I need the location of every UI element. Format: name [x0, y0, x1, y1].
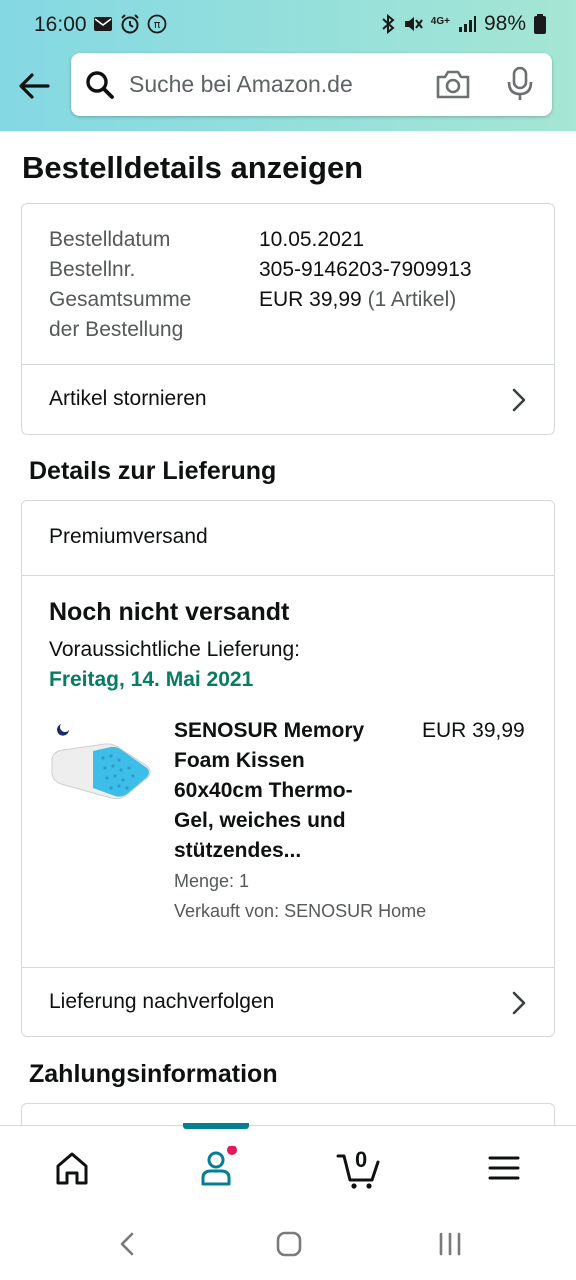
delivery-status: Noch nicht versandt: [49, 598, 290, 626]
search-bar[interactable]: Suche bei Amazon.de: [71, 53, 552, 116]
mail-icon: [94, 17, 112, 31]
back-arrow-icon[interactable]: [16, 68, 52, 104]
product-quantity: Menge: 1: [174, 871, 250, 891]
battery-percent: 98%: [483, 12, 526, 35]
system-navigation-bar: [0, 1209, 576, 1280]
status-system-icons: 4G+ 98%: [381, 12, 546, 36]
menu-icon[interactable]: [479, 1146, 529, 1190]
product-title-line: Gel, weiches und: [174, 809, 346, 832]
shipping-method: Premiumversand: [49, 525, 208, 548]
status-bar: 16:00 π 4G+ 98%: [0, 0, 576, 50]
search-input[interactable]: Suche bei Amazon.de: [129, 71, 353, 98]
product-title[interactable]: SENOSUR Memory Foam Kissen 60x40cm Therm…: [174, 716, 394, 866]
order-item-count: (1 Artikel): [367, 288, 457, 311]
expected-delivery-label: Voraussichtliche Lieferung:: [49, 638, 300, 661]
order-number-value: 305-9146203-7909913: [259, 258, 472, 281]
divider: [22, 575, 554, 576]
account-icon[interactable]: [191, 1146, 241, 1190]
cancel-items-label: Artikel stornieren: [49, 387, 207, 410]
order-total-value: EUR 39,99 (1 Artikel): [259, 285, 456, 315]
order-total-label-line2: der Bestellung: [49, 318, 184, 341]
bottom-navigation: 0: [0, 1125, 576, 1209]
svg-text:π: π: [154, 18, 161, 31]
cart-count: 0: [355, 1147, 368, 1172]
order-summary-card: Bestelldatum 10.05.2021 Bestellnr. 305-9…: [21, 203, 555, 435]
signal-icon: [458, 16, 476, 32]
track-delivery-link[interactable]: Lieferung nachverfolgen: [22, 968, 554, 1038]
payment-section-title: Zahlungsinformation: [29, 1060, 278, 1088]
microphone-icon[interactable]: [505, 66, 535, 102]
product-title-line: SENOSUR Memory: [174, 719, 365, 742]
system-home-icon[interactable]: [275, 1230, 303, 1258]
delivery-section-title: Details zur Lieferung: [29, 457, 277, 485]
product-title-line: Foam Kissen: [174, 749, 305, 772]
chevron-right-icon: [512, 991, 526, 1015]
active-tab-indicator: [183, 1123, 249, 1129]
status-time: 16:00: [34, 13, 87, 36]
order-date-label: Bestelldatum: [49, 228, 171, 251]
system-back-icon[interactable]: [115, 1231, 139, 1257]
battery-icon: [534, 14, 546, 34]
system-recents-icon[interactable]: [437, 1231, 463, 1257]
product-price: EUR 39,99: [422, 719, 525, 742]
bluetooth-icon: [382, 14, 395, 34]
app-header: 16:00 π 4G+ 98% Suche bei Amazon.de: [0, 0, 576, 131]
notification-dot: [227, 1146, 237, 1155]
status-notification-icons: π: [93, 14, 167, 34]
search-icon: [86, 71, 114, 99]
home-icon[interactable]: [47, 1146, 97, 1190]
product-image[interactable]: [47, 718, 157, 808]
mute-icon: [404, 17, 423, 31]
network-type: 4G+: [430, 15, 450, 27]
product-title-line: stützendes...: [174, 839, 302, 862]
track-delivery-label: Lieferung nachverfolgen: [49, 990, 275, 1013]
order-total-label-line1: Gesamtsumme: [49, 288, 192, 311]
camera-icon[interactable]: [435, 68, 471, 100]
order-date-value: 10.05.2021: [259, 228, 365, 251]
alarm-icon: [121, 14, 139, 34]
cancel-items-link[interactable]: Artikel stornieren: [22, 365, 554, 435]
chevron-right-icon: [512, 388, 526, 412]
order-total-amount: EUR 39,99: [259, 288, 362, 311]
product-title-line: 60x40cm Thermo-: [174, 779, 353, 802]
order-number-label: Bestellnr.: [49, 258, 136, 281]
expected-delivery-date: Freitag, 14. Mai 2021: [49, 668, 254, 691]
app-notification-icon: π: [147, 14, 167, 34]
product-seller: Verkauft von: SENOSUR Home: [174, 901, 427, 921]
delivery-card: Premiumversand Noch nicht versandt Vorau…: [21, 500, 555, 1037]
page-title: Bestelldetails anzeigen: [22, 150, 364, 185]
